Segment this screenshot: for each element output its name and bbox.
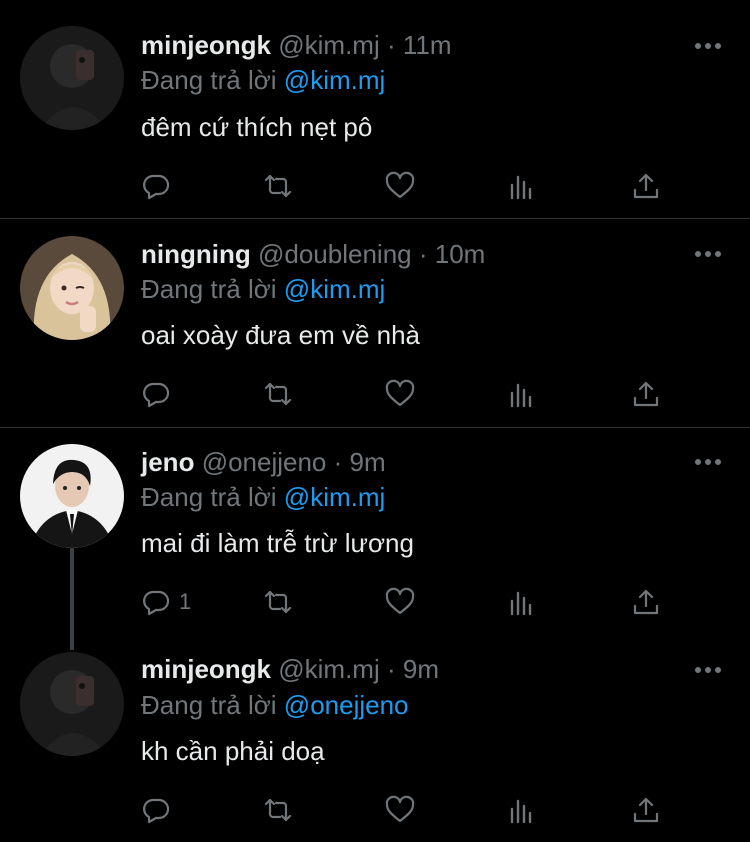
display-name[interactable]: jeno <box>141 447 194 477</box>
heart-icon <box>385 587 415 617</box>
tweet-header: ningning @doublening · 10m <box>141 237 485 271</box>
heart-icon <box>385 379 415 409</box>
more-options-icon[interactable] <box>690 244 730 264</box>
handle[interactable]: @onejjeno <box>202 447 327 477</box>
analytics-icon <box>507 379 537 409</box>
tweet[interactable]: ningning @doublening · 10m Đang trả lời … <box>0 219 750 427</box>
share-icon <box>631 587 661 617</box>
timestamp[interactable]: 11m <box>403 30 452 60</box>
share-button[interactable] <box>631 374 661 414</box>
reply-button[interactable]: 1 <box>141 582 191 622</box>
avatar-image <box>20 26 124 130</box>
retweet-icon <box>263 795 293 825</box>
reply-icon <box>141 795 171 825</box>
mention-link[interactable]: @kim.mj <box>284 274 386 304</box>
retweet-icon <box>263 587 293 617</box>
tweet[interactable]: minjeongk @kim.mj · 11m Đang trả lời @ki… <box>0 0 750 218</box>
share-icon <box>631 379 661 409</box>
action-bar: 1 <box>141 582 721 622</box>
separator-dot: · <box>386 654 396 684</box>
tweet-text: kh cần phải doạ <box>141 736 325 766</box>
reply-icon <box>141 587 171 617</box>
avatar-image <box>20 444 124 548</box>
replying-to-label: Đang trả lời <box>141 482 277 512</box>
heart-icon <box>385 171 415 201</box>
avatar[interactable] <box>20 652 124 756</box>
share-icon <box>631 795 661 825</box>
tweet[interactable]: minjeongk @kim.mj · 9m Đang trả lời @one… <box>0 638 750 842</box>
replying-to: Đang trả lời @kim.mj <box>141 63 385 97</box>
more-options-icon[interactable] <box>690 452 730 472</box>
avatar[interactable] <box>20 236 124 340</box>
reply-button[interactable] <box>141 374 179 414</box>
replying-to-label: Đang trả lời <box>141 690 277 720</box>
like-button[interactable] <box>385 374 415 414</box>
reply-button[interactable] <box>141 790 179 830</box>
more-options-icon[interactable] <box>690 36 730 56</box>
thread-connector-line <box>70 548 74 650</box>
analytics-icon <box>507 587 537 617</box>
share-button[interactable] <box>631 582 661 622</box>
reply-icon <box>141 379 171 409</box>
handle[interactable]: @kim.mj <box>278 654 380 684</box>
views-button[interactable] <box>507 374 537 414</box>
timestamp[interactable]: 10m <box>435 239 486 269</box>
display-name[interactable]: minjeongk <box>141 654 271 684</box>
tweet-header: minjeongk @kim.mj · 11m <box>141 28 452 62</box>
timestamp[interactable]: 9m <box>350 447 386 477</box>
share-button[interactable] <box>631 790 661 830</box>
separator-dot: · <box>418 239 428 269</box>
avatar-image <box>20 652 124 756</box>
separator-dot: · <box>333 447 343 477</box>
retweet-icon <box>263 171 293 201</box>
handle[interactable]: @kim.mj <box>278 30 380 60</box>
mention-link[interactable]: @kim.mj <box>284 65 386 95</box>
share-button[interactable] <box>631 166 661 206</box>
replying-to: Đang trả lời @kim.mj <box>141 480 385 514</box>
replying-to-label: Đang trả lời <box>141 274 277 304</box>
retweet-button[interactable] <box>263 582 293 622</box>
action-bar <box>141 790 721 830</box>
reply-count: 1 <box>179 589 192 614</box>
mention-link[interactable]: @kim.mj <box>284 482 386 512</box>
reply-button[interactable] <box>141 166 179 206</box>
tweet-text: mai đi làm trễ trừ lương <box>141 528 414 558</box>
action-bar <box>141 374 721 414</box>
analytics-icon <box>507 795 537 825</box>
handle[interactable]: @doublening <box>258 239 412 269</box>
heart-icon <box>385 795 415 825</box>
views-button[interactable] <box>507 582 537 622</box>
views-button[interactable] <box>507 166 537 206</box>
retweet-button[interactable] <box>263 374 293 414</box>
like-button[interactable] <box>385 582 415 622</box>
avatar-image <box>20 236 124 340</box>
separator-dot: · <box>386 30 396 60</box>
timestamp[interactable]: 9m <box>403 654 439 684</box>
replying-to: Đang trả lời @onejjeno <box>141 688 409 722</box>
display-name[interactable]: minjeongk <box>141 30 271 60</box>
mention-link[interactable]: @onejjeno <box>284 690 409 720</box>
retweet-button[interactable] <box>263 790 293 830</box>
replying-to-label: Đang trả lời <box>141 65 277 95</box>
retweet-icon <box>263 379 293 409</box>
tweet-header: jeno @onejjeno · 9m <box>141 445 386 479</box>
tweet[interactable]: jeno @onejjeno · 9m Đang trả lời @kim.mj… <box>0 428 750 638</box>
more-options-icon[interactable] <box>690 660 730 680</box>
like-button[interactable] <box>385 166 415 206</box>
analytics-icon <box>507 171 537 201</box>
views-button[interactable] <box>507 790 537 830</box>
retweet-button[interactable] <box>263 166 293 206</box>
replying-to: Đang trả lời @kim.mj <box>141 272 385 306</box>
tweet-header: minjeongk @kim.mj · 9m <box>141 652 439 686</box>
avatar[interactable] <box>20 444 124 548</box>
display-name[interactable]: ningning <box>141 239 251 269</box>
reply-icon <box>141 171 171 201</box>
tweet-text: đêm cứ thích nẹt pô <box>141 112 373 142</box>
avatar[interactable] <box>20 26 124 130</box>
action-bar <box>141 166 721 206</box>
like-button[interactable] <box>385 790 415 830</box>
tweet-text: oai xoày đưa em về nhà <box>141 320 421 350</box>
share-icon <box>631 171 661 201</box>
